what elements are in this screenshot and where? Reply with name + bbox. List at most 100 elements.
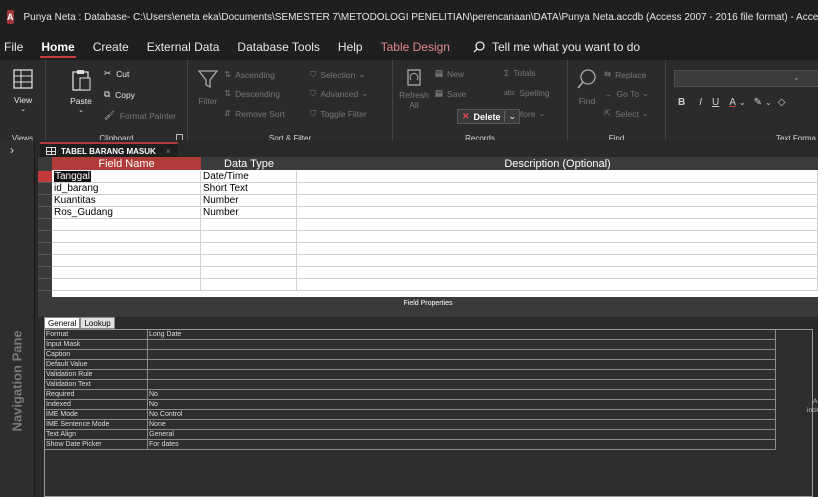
property-value[interactable] xyxy=(148,370,776,380)
navigation-pane[interactable]: › Navigation Pane xyxy=(0,140,35,497)
row-selector[interactable] xyxy=(38,267,52,279)
table-row[interactable] xyxy=(38,279,818,291)
document-tab[interactable]: TABEL BARANG MASUK × xyxy=(40,142,179,158)
cut-button[interactable]: ✂ Cut xyxy=(104,68,129,79)
description-cell[interactable] xyxy=(297,171,818,183)
table-row[interactable]: Ros_Gudang Number xyxy=(38,207,818,219)
property-row[interactable]: Validation Rule xyxy=(45,370,814,380)
description-cell[interactable] xyxy=(297,279,818,291)
row-selector[interactable] xyxy=(38,195,52,207)
save-record-button[interactable]: ▤ Save xyxy=(435,88,466,99)
property-value[interactable] xyxy=(148,380,776,390)
format-painter-button[interactable]: 🖌 Format Painter xyxy=(104,110,176,121)
tab-lookup[interactable]: Lookup xyxy=(80,317,115,329)
tab-general[interactable]: General xyxy=(44,317,81,329)
property-row[interactable]: Caption xyxy=(45,350,814,360)
data-type-cell[interactable]: Number xyxy=(201,207,297,219)
property-row[interactable]: IME Mode No Control xyxy=(45,410,814,420)
property-value[interactable]: For dates xyxy=(148,440,776,450)
field-name-cell[interactable]: Ros_Gudang xyxy=(52,207,201,219)
spelling-button[interactable]: abc Spelling xyxy=(504,88,550,98)
remove-sort-button[interactable]: ⇵ Remove Sort xyxy=(224,108,285,119)
table-row[interactable] xyxy=(38,219,818,231)
data-type-cell[interactable] xyxy=(201,267,297,279)
field-name-cell[interactable]: Kuantitas xyxy=(52,195,201,207)
select-button[interactable]: ⇱ Select ⌄ xyxy=(604,108,649,119)
row-selector[interactable] xyxy=(38,279,52,291)
property-row[interactable]: Format Long Date xyxy=(45,330,814,340)
property-row[interactable]: Default Value xyxy=(45,360,814,370)
row-selector[interactable] xyxy=(38,171,52,183)
bold-button[interactable]: B xyxy=(678,97,685,108)
highlight-pen-icon[interactable]: ✎ xyxy=(754,97,762,108)
data-type-cell[interactable]: Short Text xyxy=(201,183,297,195)
refresh-all-button[interactable]: Refresh All xyxy=(397,68,431,110)
description-cell[interactable] xyxy=(297,207,818,219)
field-name-cell[interactable] xyxy=(52,279,201,291)
property-value[interactable] xyxy=(148,350,776,360)
table-row[interactable] xyxy=(38,243,818,255)
data-type-cell[interactable] xyxy=(201,219,297,231)
advanced-button[interactable]: ⛉ Advanced ⌄ xyxy=(310,88,368,99)
view-button[interactable]: View ⌄ xyxy=(8,68,38,113)
property-row[interactable]: IME Sentence Mode None xyxy=(45,420,814,430)
property-row[interactable]: Text Align General xyxy=(45,430,814,440)
property-value[interactable]: Long Date xyxy=(148,330,776,340)
description-cell[interactable] xyxy=(297,183,818,195)
table-row[interactable]: id_barang Short Text xyxy=(38,183,818,195)
underline-button[interactable]: U xyxy=(712,97,719,108)
italic-button[interactable]: I xyxy=(699,97,702,108)
property-row[interactable]: Show Date Picker For dates xyxy=(45,440,814,450)
description-cell[interactable] xyxy=(297,231,818,243)
property-row[interactable]: Validation Text xyxy=(45,380,814,390)
data-type-cell[interactable]: Date/Time xyxy=(201,171,297,183)
description-cell[interactable] xyxy=(297,255,818,267)
row-selector[interactable] xyxy=(38,183,52,195)
totals-button[interactable]: Σ Totals xyxy=(504,68,535,78)
tab-external-data[interactable]: External Data xyxy=(138,34,229,60)
goto-button[interactable]: → Go To ⌄ xyxy=(604,88,649,99)
sort-descending-button[interactable]: ⇅ Descending xyxy=(224,88,280,99)
property-row[interactable]: Indexed No xyxy=(45,400,814,410)
table-row[interactable] xyxy=(38,255,818,267)
table-row[interactable]: Tanggal Date/Time xyxy=(38,171,818,183)
paste-button[interactable]: Paste ⌄ xyxy=(62,68,100,114)
field-name-cell[interactable] xyxy=(52,219,201,231)
property-row[interactable]: Required No xyxy=(45,390,814,400)
access-logo-icon[interactable]: A xyxy=(7,10,14,24)
field-name-cell[interactable] xyxy=(52,267,201,279)
row-selector[interactable] xyxy=(38,255,52,267)
property-value[interactable]: No Control xyxy=(148,410,776,420)
tell-me-search[interactable]: Tell me what you want to do xyxy=(473,40,640,54)
field-name-cell[interactable]: id_barang xyxy=(52,183,201,195)
row-selector[interactable] xyxy=(38,207,52,219)
field-name-cell[interactable] xyxy=(52,231,201,243)
data-type-cell[interactable] xyxy=(201,243,297,255)
property-value[interactable]: General xyxy=(148,430,776,440)
font-color-button[interactable]: A xyxy=(729,97,736,108)
delete-button[interactable]: ✕ Delete ⌄ xyxy=(457,109,520,124)
font-name-combo[interactable]: ⌄ xyxy=(674,70,818,87)
copy-button[interactable]: ⧉ Copy xyxy=(104,89,135,100)
tab-home[interactable]: Home xyxy=(32,34,83,60)
tab-file[interactable]: File xyxy=(0,34,32,60)
find-button[interactable]: Find xyxy=(573,68,601,106)
property-value[interactable] xyxy=(148,340,776,350)
field-name-cell[interactable]: Tanggal xyxy=(52,171,201,183)
description-cell[interactable] xyxy=(297,243,818,255)
sort-ascending-button[interactable]: ⇅ Ascending xyxy=(224,69,275,80)
tab-database-tools[interactable]: Database Tools xyxy=(228,34,329,60)
new-record-button[interactable]: ▤ New xyxy=(435,68,464,79)
tab-create[interactable]: Create xyxy=(84,34,138,60)
data-type-cell[interactable]: Number xyxy=(201,195,297,207)
field-name-cell[interactable] xyxy=(52,255,201,267)
property-value[interactable] xyxy=(148,360,776,370)
data-type-cell[interactable] xyxy=(201,231,297,243)
description-cell[interactable] xyxy=(297,267,818,279)
row-selector[interactable] xyxy=(38,219,52,231)
close-icon[interactable]: × xyxy=(166,147,171,156)
fill-color-icon[interactable]: ◇ xyxy=(778,97,786,108)
table-row[interactable]: Kuantitas Number xyxy=(38,195,818,207)
tab-help[interactable]: Help xyxy=(329,34,372,60)
replace-button[interactable]: ⇆ Replace xyxy=(604,69,646,80)
